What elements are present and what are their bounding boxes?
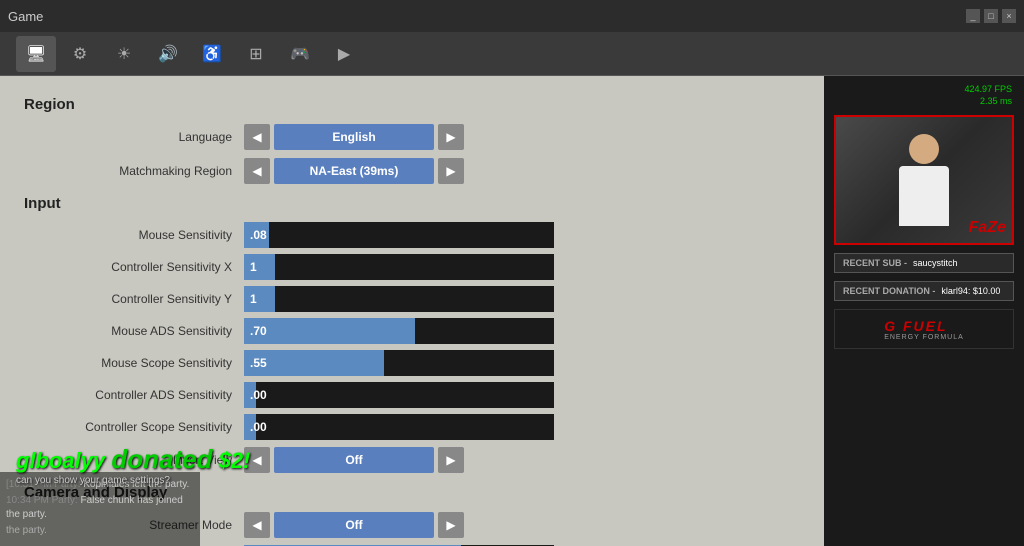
- chat-text-3: the party.: [6, 525, 47, 536]
- right-panel: 424.97 FPS 2.35 ms FaZe RECENT SUB - sau…: [824, 76, 1024, 546]
- gfuel-logo-area: G FUEL ENERGY FORMULA: [834, 309, 1014, 349]
- recent-sub-label: RECENT SUB -: [843, 258, 907, 268]
- controller-scope-sensitivity-row: Controller Scope Sensitivity .00: [24, 414, 800, 440]
- chat-line-2: 10:34 PM Party: False chunk has joined t…: [6, 494, 194, 522]
- mouse-scope-sensitivity-row: Mouse Scope Sensitivity .55: [24, 350, 800, 376]
- tab-monitor[interactable]: 🖥: [16, 36, 56, 72]
- mouse-ads-sensitivity-label: Mouse ADS Sensitivity: [24, 324, 244, 338]
- controller-scope-sensitivity-value: .00: [244, 414, 256, 440]
- gfuel-brand-text: G FUEL: [884, 318, 964, 334]
- language-row: Language ◀ English ▶: [24, 123, 800, 151]
- mouse-scope-sensitivity-label: Mouse Scope Sensitivity: [24, 356, 244, 370]
- invert-view-control: ◀ Off ▶: [244, 447, 464, 473]
- streamer-mode-value: Off: [274, 512, 434, 538]
- main-window: Game _ □ × 🖥 ⚙ ☀ 🔊 ♿ ⊞ 🎮 ▶ Region Langua…: [0, 0, 1024, 546]
- language-right-button[interactable]: ▶: [438, 124, 464, 150]
- mouse-scope-sensitivity-slider[interactable]: .55: [244, 350, 554, 376]
- tab-sound[interactable]: 🔊: [148, 36, 188, 72]
- streamer-mode-left-button[interactable]: ◀: [244, 512, 270, 538]
- title-bar-controls: _ □ ×: [966, 9, 1016, 23]
- streamer-mode-control: ◀ Off ▶: [244, 512, 464, 538]
- invert-view-value: Off: [274, 447, 434, 473]
- matchmaking-left-button[interactable]: ◀: [244, 158, 270, 184]
- mouse-sensitivity-value: .08: [244, 222, 269, 248]
- mouse-ads-sensitivity-slider[interactable]: .70: [244, 318, 554, 344]
- controller-ads-sensitivity-label: Controller ADS Sensitivity: [24, 388, 244, 402]
- recent-sub-name: saucystitch: [913, 258, 958, 268]
- nav-tabs: 🖥 ⚙ ☀ 🔊 ♿ ⊞ 🎮 ▶: [0, 32, 1024, 76]
- tab-play[interactable]: ▶: [324, 36, 364, 72]
- window-title: Game: [8, 9, 43, 24]
- donation-username: glboalyy: [16, 448, 111, 473]
- recent-donation-box: RECENT DONATION - klarl94: $10.00: [834, 281, 1014, 301]
- controller-sensitivity-y-slider[interactable]: 1: [244, 286, 554, 312]
- close-button[interactable]: ×: [1002, 9, 1016, 23]
- chat-user-2: 10:34 PM Party:: [6, 495, 78, 506]
- mouse-ads-sensitivity-row: Mouse ADS Sensitivity .70: [24, 318, 800, 344]
- controller-sensitivity-x-value: 1: [244, 254, 275, 280]
- controller-sensitivity-x-label: Controller Sensitivity X: [24, 260, 244, 274]
- language-control: ◀ English ▶: [244, 124, 464, 150]
- content-area: Region Language ◀ English ▶ Matchmaking …: [0, 76, 1024, 546]
- controller-sensitivity-y-label: Controller Sensitivity Y: [24, 292, 244, 306]
- title-bar: Game _ □ ×: [0, 0, 1024, 32]
- controller-ads-sensitivity-value: .00: [244, 382, 256, 408]
- controller-scope-sensitivity-slider[interactable]: .00: [244, 414, 554, 440]
- maximize-button[interactable]: □: [984, 9, 998, 23]
- input-section-header: Input: [24, 195, 800, 212]
- language-value: English: [274, 124, 434, 150]
- recent-donation-label: RECENT DONATION -: [843, 286, 935, 296]
- gfuel-sub-text: ENERGY FORMULA: [884, 334, 964, 341]
- streamer-silhouette: [899, 134, 949, 226]
- tab-gear[interactable]: ⚙: [60, 36, 100, 72]
- donation-overlay: glboalyy donated $2! can you show your g…: [16, 444, 250, 486]
- matchmaking-region-control: ◀ NA-East (39ms) ▶: [244, 158, 464, 184]
- donation-text: glboalyy donated $2!: [16, 444, 250, 475]
- language-label: Language: [24, 130, 244, 144]
- invert-view-right-button[interactable]: ▶: [438, 447, 464, 473]
- mouse-ads-sensitivity-value: .70: [244, 318, 415, 344]
- mouse-sensitivity-label: Mouse Sensitivity: [24, 228, 244, 242]
- tab-gamepad[interactable]: 🎮: [280, 36, 320, 72]
- tab-grid[interactable]: ⊞: [236, 36, 276, 72]
- controller-ads-sensitivity-row: Controller ADS Sensitivity .00: [24, 382, 800, 408]
- controller-ads-sensitivity-slider[interactable]: .00: [244, 382, 554, 408]
- donation-verb: donated: [111, 444, 212, 474]
- minimize-button[interactable]: _: [966, 9, 980, 23]
- mouse-sensitivity-slider[interactable]: .08: [244, 222, 554, 248]
- matchmaking-region-value: NA-East (39ms): [274, 158, 434, 184]
- streamer-mode-right-button[interactable]: ▶: [438, 512, 464, 538]
- matchmaking-region-label: Matchmaking Region: [24, 164, 244, 178]
- tab-accessibility[interactable]: ♿: [192, 36, 232, 72]
- person-body: [899, 166, 949, 226]
- controller-sensitivity-x-row: Controller Sensitivity X 1: [24, 254, 800, 280]
- controller-sensitivity-y-row: Controller Sensitivity Y 1: [24, 286, 800, 312]
- mouse-scope-sensitivity-value: .55: [244, 350, 384, 376]
- tab-brightness[interactable]: ☀: [104, 36, 144, 72]
- faze-logo: FaZe: [969, 219, 1006, 237]
- fps-display: 424.97 FPS 2.35 ms: [832, 84, 1016, 107]
- matchmaking-right-button[interactable]: ▶: [438, 158, 464, 184]
- title-bar-left: Game: [8, 9, 43, 24]
- controller-scope-sensitivity-label: Controller Scope Sensitivity: [24, 420, 244, 434]
- webcam-frame: FaZe: [834, 115, 1014, 245]
- recent-sub-box: RECENT SUB - saucystitch: [834, 253, 1014, 273]
- settings-panel[interactable]: Region Language ◀ English ▶ Matchmaking …: [0, 76, 824, 546]
- chat-line-3: the party.: [6, 524, 194, 538]
- donation-amount: $2!: [212, 448, 250, 473]
- donation-message: can you show your game settings?: [16, 475, 250, 486]
- controller-sensitivity-x-slider[interactable]: 1: [244, 254, 554, 280]
- matchmaking-region-row: Matchmaking Region ◀ NA-East (39ms) ▶: [24, 157, 800, 185]
- mouse-sensitivity-row: Mouse Sensitivity .08: [24, 222, 800, 248]
- recent-donation-value: klarl94: $10.00: [941, 286, 1000, 296]
- gfuel-logo-content: G FUEL ENERGY FORMULA: [884, 318, 964, 341]
- fps-text: 424.97 FPS 2.35 ms: [832, 84, 1012, 107]
- person-head: [909, 134, 939, 164]
- language-left-button[interactable]: ◀: [244, 124, 270, 150]
- region-section-header: Region: [24, 96, 800, 113]
- controller-sensitivity-y-value: 1: [244, 286, 275, 312]
